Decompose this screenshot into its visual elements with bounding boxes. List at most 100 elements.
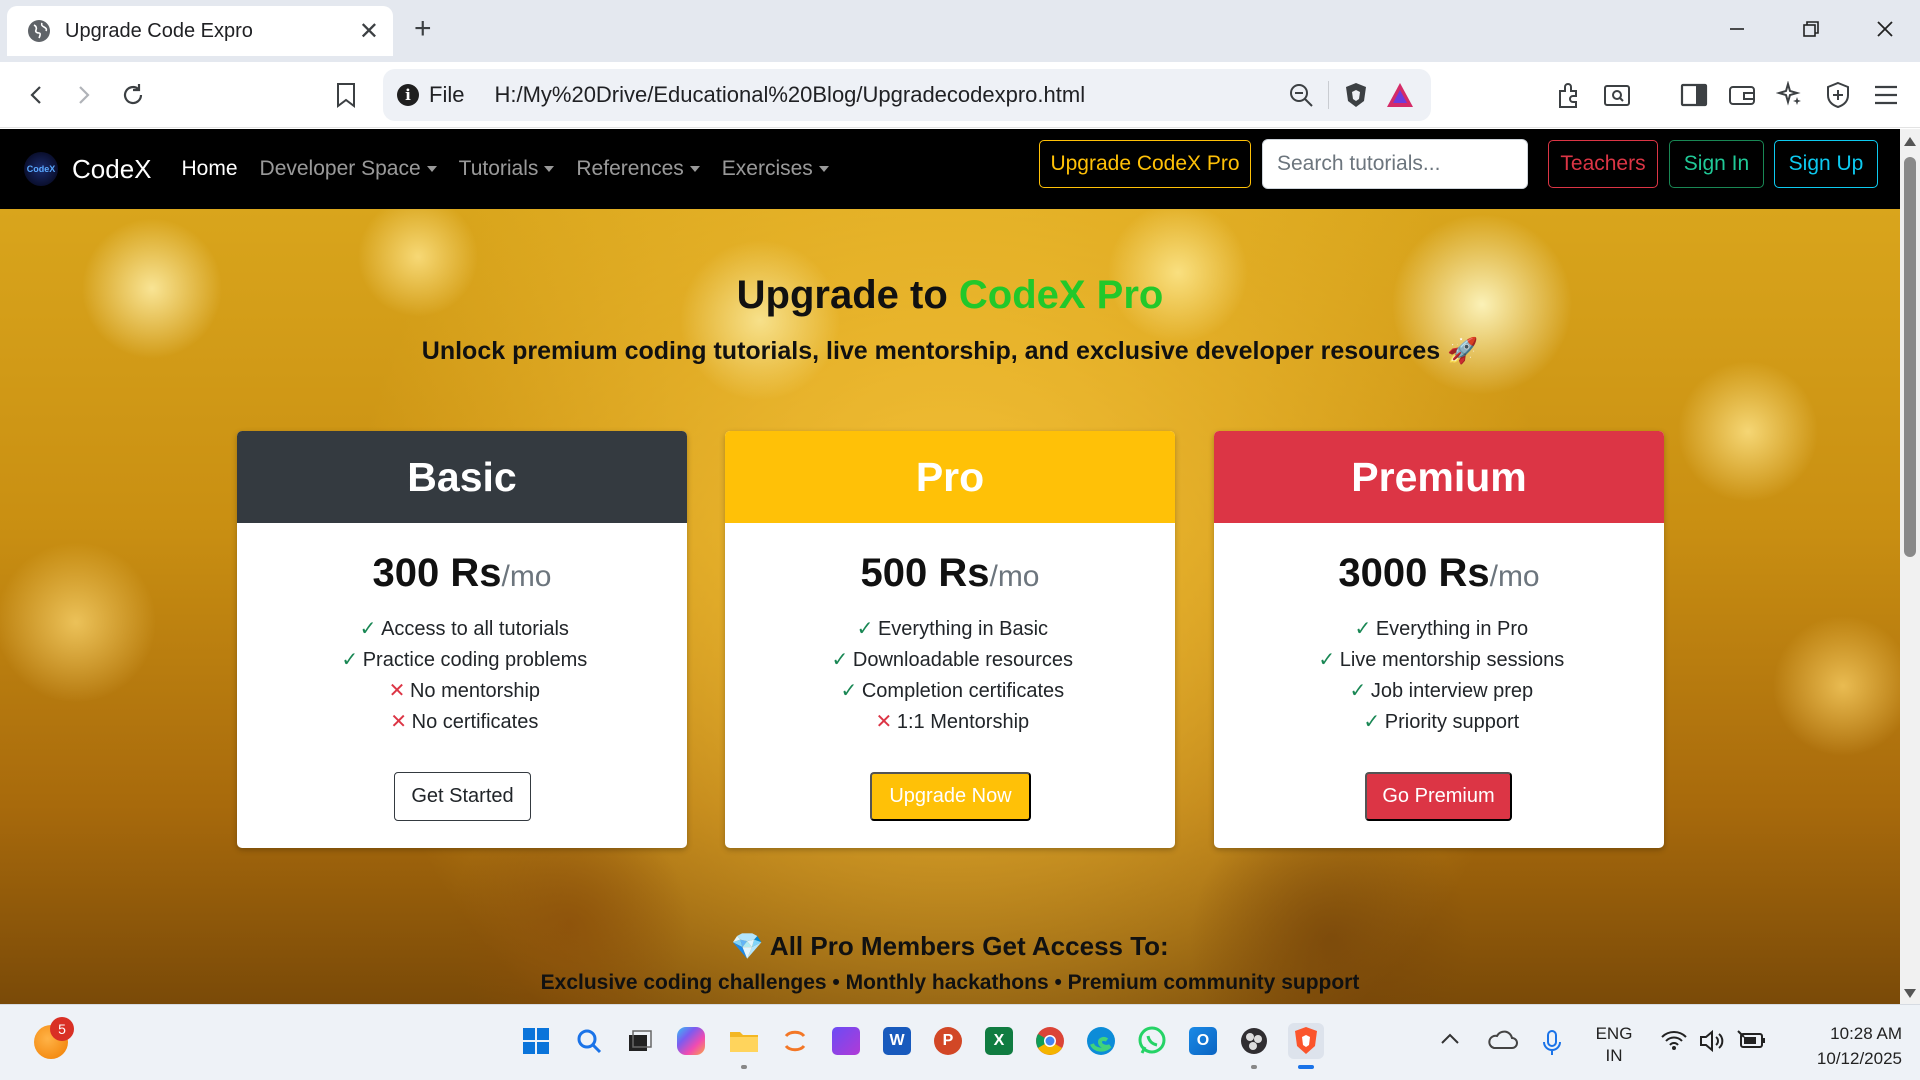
brave-rewards-icon[interactable] (1383, 78, 1417, 112)
check-icon: ✓ (840, 680, 858, 702)
search-input[interactable] (1262, 139, 1528, 189)
powerpoint-icon[interactable]: P (930, 1023, 966, 1059)
running-indicator (741, 1065, 747, 1069)
new-tab-button[interactable]: + (414, 14, 432, 44)
nav-home-label: Home (181, 157, 238, 180)
volume-icon[interactable] (1698, 1029, 1726, 1053)
copilot-icon[interactable] (673, 1023, 709, 1059)
plan-price: 300 Rs/mo (237, 551, 687, 596)
video-editor-icon[interactable] (828, 1023, 864, 1059)
outlook-icon[interactable]: O (1185, 1023, 1221, 1059)
feature-text: Live mentorship sessions (1339, 649, 1565, 671)
file-explorer-icon[interactable] (726, 1023, 762, 1069)
nav-exercises-label: Exercises (721, 157, 813, 180)
back-icon[interactable] (20, 78, 54, 112)
go-premium-button[interactable]: Go Premium (1365, 772, 1512, 821)
task-view-icon[interactable] (621, 1023, 657, 1059)
search-icon[interactable] (571, 1023, 607, 1059)
scrollbar-thumb[interactable] (1904, 157, 1916, 557)
feature-text: Practice coding problems (362, 649, 588, 671)
whatsapp-icon[interactable] (1134, 1023, 1170, 1059)
brand-link[interactable]: CodeX CodeX (24, 152, 152, 186)
brave-icon[interactable] (1288, 1023, 1324, 1069)
sign-up-button[interactable]: Sign Up (1774, 140, 1878, 188)
obs-icon[interactable] (1236, 1023, 1272, 1069)
site-navbar: CodeX CodeX Home Developer Space Tutoria… (0, 129, 1900, 209)
restore-icon[interactable] (1796, 14, 1826, 44)
show-hidden-icons-icon[interactable] (1439, 1029, 1461, 1049)
edge-icon[interactable] (1083, 1023, 1119, 1059)
browser-toolbar: i File H:/My%20Drive/Educational%20Blog/… (0, 62, 1920, 128)
upgrade-codex-pro-button[interactable]: Upgrade CodeX Pro (1039, 140, 1251, 188)
url-text[interactable]: H:/My%20Drive/Educational%20Blog/Upgrade… (494, 82, 1274, 108)
globe-icon (28, 20, 50, 42)
active-indicator (1298, 1065, 1314, 1069)
tab-close-icon[interactable]: ✕ (359, 17, 379, 46)
close-window-icon[interactable] (1870, 14, 1900, 44)
get-started-button[interactable]: Get Started (394, 772, 531, 821)
scroll-up-icon[interactable] (1904, 137, 1916, 146)
battery-icon[interactable] (1736, 1029, 1766, 1051)
zoom-icon[interactable] (1284, 78, 1318, 112)
feature-item: ✓ Access to all tutorials (237, 614, 687, 645)
browser-tab[interactable]: Upgrade Code Expro ✕ (7, 6, 393, 56)
feature-text: Everything in Pro (1375, 618, 1529, 640)
feature-item: ✓ Practice coding problems (237, 645, 687, 676)
wallet-icon[interactable] (1725, 78, 1759, 112)
forward-icon[interactable] (66, 78, 100, 112)
region-code: IN (1605, 1046, 1623, 1065)
wifi-icon[interactable] (1660, 1029, 1688, 1051)
address-bar[interactable]: i File H:/My%20Drive/Educational%20Blog/… (383, 69, 1431, 121)
scroll-down-icon[interactable] (1904, 989, 1916, 998)
site-info-icon[interactable]: i (397, 84, 419, 106)
feature-list: ✓ Everything in Basic ✓ Downloadable resou… (725, 614, 1175, 738)
extensions-icon[interactable] (1552, 78, 1586, 112)
nav-developer-space[interactable]: Developer Space (260, 157, 437, 181)
feature-text: Everything in Basic (877, 618, 1049, 640)
hero-title-prefix: Upgrade to (736, 273, 959, 317)
plan-card-basic: Basic 300 Rs/mo ✓ Access to all tutorials… (237, 431, 687, 848)
nav-developer-space-label: Developer Space (259, 157, 421, 180)
vpn-icon[interactable] (1821, 78, 1855, 112)
language-code: ENG (1595, 1024, 1633, 1043)
onedrive-icon[interactable] (1486, 1029, 1518, 1051)
excel-icon[interactable]: X (981, 1023, 1017, 1059)
nav-tutorials[interactable]: Tutorials (459, 157, 555, 181)
system-clock[interactable]: 10:28 AM 10/12/2025 (1784, 1021, 1902, 1071)
nav-references[interactable]: References (576, 157, 700, 181)
jupyter-icon[interactable] (777, 1023, 813, 1059)
running-indicator (1251, 1065, 1257, 1069)
input-language[interactable]: ENG IN (1592, 1023, 1636, 1067)
price-period: /mo (1489, 560, 1540, 593)
feature-item: ✕ No certificates (237, 707, 687, 738)
start-icon[interactable] (518, 1023, 554, 1059)
sign-in-button[interactable]: Sign In (1669, 140, 1764, 188)
page-scrollbar[interactable] (1900, 129, 1920, 1004)
nav-exercises[interactable]: Exercises (722, 157, 829, 181)
access-list: Exclusive coding challenges • Monthly ha… (540, 971, 1360, 994)
feature-item: ✕ 1:1 Mentorship (725, 707, 1175, 738)
check-icon: ✓ (1354, 618, 1372, 640)
menu-icon[interactable] (1869, 78, 1903, 112)
chrome-icon[interactable] (1032, 1023, 1068, 1059)
caret-down-icon (426, 166, 437, 172)
hero-title-accent: CodeX Pro (958, 273, 1164, 317)
reload-icon[interactable] (116, 78, 150, 112)
word-icon[interactable]: W (879, 1023, 915, 1059)
brave-shield-icon[interactable] (1339, 78, 1373, 112)
microphone-icon[interactable] (1542, 1029, 1562, 1057)
feature-list: ✓ Everything in Pro ✓ Live mentorship sess… (1214, 614, 1664, 738)
upgrade-now-button[interactable]: Upgrade Now (870, 772, 1031, 821)
sidebar-icon[interactable] (1677, 78, 1711, 112)
bookmark-icon[interactable] (329, 78, 363, 112)
leo-ai-icon[interactable] (1773, 78, 1807, 112)
feature-item: ✓ Everything in Basic (725, 614, 1175, 645)
reader-mode-icon[interactable] (1600, 78, 1634, 112)
teachers-button[interactable]: Teachers (1548, 140, 1658, 188)
minimize-icon[interactable] (1722, 14, 1752, 44)
feature-text: Priority support (1384, 711, 1520, 733)
check-icon: ✓ (1363, 711, 1381, 733)
nav-home[interactable]: Home (182, 157, 238, 181)
price-amount: 300 Rs (372, 551, 502, 595)
feature-text: No certificates (411, 711, 539, 733)
